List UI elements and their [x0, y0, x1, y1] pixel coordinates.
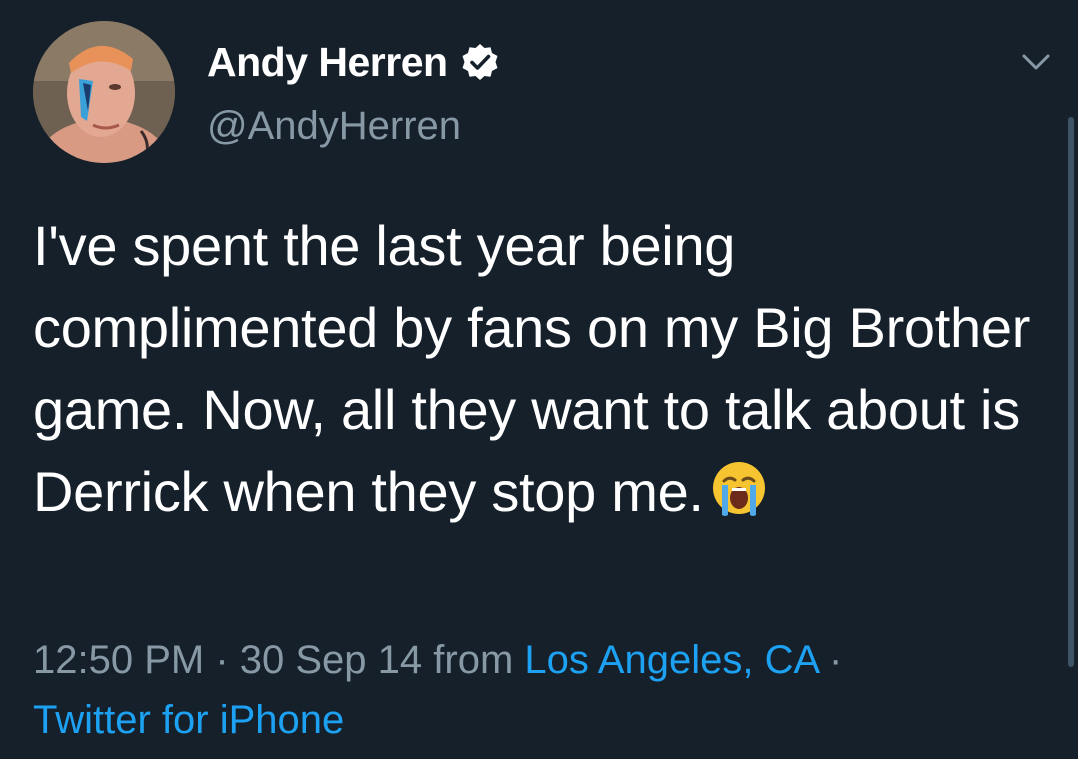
scrollbar[interactable] [1068, 117, 1074, 667]
author-handle[interactable]: @AndyHerren [207, 104, 461, 149]
display-name[interactable]: Andy Herren [207, 39, 448, 86]
from-label: from [422, 638, 525, 682]
location-link[interactable]: Los Angeles, CA [524, 638, 818, 682]
meta-separator: · [204, 638, 240, 682]
verified-badge-icon [460, 42, 500, 82]
meta-trailing-separator: · [817, 638, 843, 682]
tweet-text-content: I've spent the last year being complimen… [33, 214, 1031, 523]
loudly-crying-face-emoji [708, 457, 770, 519]
avatar[interactable] [33, 21, 175, 163]
author-name-row[interactable]: Andy Herren [207, 38, 500, 86]
tweet-text: I've spent the last year being complimen… [33, 205, 1043, 533]
tweet-card: Andy Herren @AndyHerren I've spent the l… [0, 0, 1078, 759]
chevron-down-icon[interactable] [1018, 50, 1054, 74]
avatar-image [33, 21, 175, 163]
tweet-time[interactable]: 12:50 PM [33, 638, 204, 682]
tweet-date[interactable]: 30 Sep 14 [240, 638, 422, 682]
source-link[interactable]: Twitter for iPhone [33, 698, 344, 742]
tweet-metadata: 12:50 PM · 30 Sep 14 from Los Angeles, C… [33, 630, 1043, 750]
